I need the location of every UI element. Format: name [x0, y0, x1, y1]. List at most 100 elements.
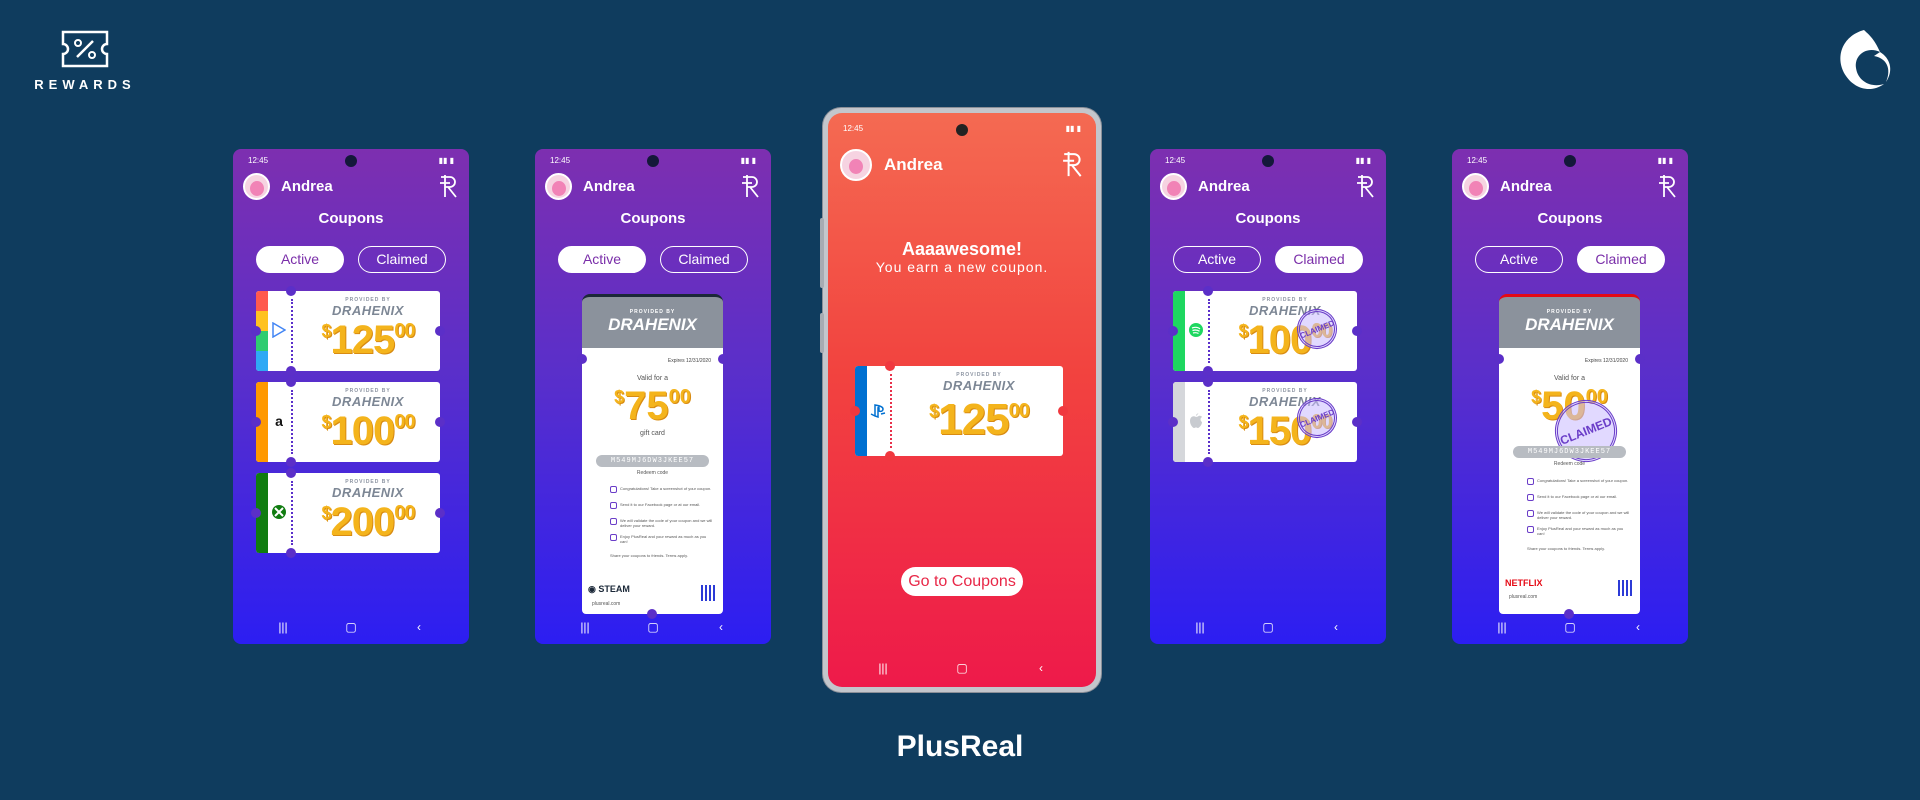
playstation-icon: [869, 396, 887, 426]
coupon-amount: $12500: [296, 320, 440, 360]
page-title: Coupons: [1235, 210, 1301, 227]
subline: You earn a new coupon.: [875, 259, 1049, 275]
coupon-tabs: Active Claimed: [1475, 246, 1665, 273]
footer-title: PlusReal: [896, 730, 1024, 763]
go-to-coupons-button[interactable]: Go to Coupons: [901, 567, 1023, 596]
amazon-icon: a: [275, 413, 283, 429]
percent-ticket-icon: [61, 30, 109, 68]
camera-icon: [345, 155, 357, 167]
coupon-card-xbox[interactable]: PROVIDED BY DRAHENIX $20000: [251, 468, 445, 558]
user-name: Andrea: [1500, 178, 1552, 195]
provided-by-label: PROVIDED BY: [1546, 309, 1593, 315]
redeem-steps: Congratulations! Take a screenshot of yo…: [610, 486, 713, 550]
site-url[interactable]: plusreal.com: [592, 601, 620, 607]
step-item: Congratulations! Take a screenshot of yo…: [1527, 478, 1630, 494]
tab-claimed[interactable]: Claimed: [358, 246, 446, 273]
user-name: Andrea: [1198, 178, 1250, 195]
avatar[interactable]: [840, 149, 872, 181]
brand-label: REWARDS: [34, 77, 136, 92]
tab-active[interactable]: Active: [1475, 246, 1563, 273]
coupon-currency: $: [1238, 321, 1248, 341]
coupon-tabs: Active Claimed: [256, 246, 446, 273]
tab-active[interactable]: Active: [558, 246, 646, 273]
coupon-ticket-steam: PROVIDED BY DRAHENIX Expires 12/31/2020 …: [577, 294, 728, 619]
qr-code-icon: [1618, 580, 1634, 596]
step-text: Send it to our Facebook page or at our e…: [1537, 494, 1618, 499]
home-button[interactable]: ▢: [341, 620, 361, 634]
status-time: 12:45: [248, 156, 269, 165]
coupon-currency: $: [1238, 412, 1248, 432]
tab-active[interactable]: Active: [1173, 246, 1261, 273]
redeem-code[interactable]: M549MJ6DW3JKEE57: [1513, 446, 1626, 458]
recents-button[interactable]: |||: [1190, 620, 1210, 634]
coupon-card-playstation[interactable]: PROVIDED BY DRAHENIX $12500: [850, 361, 1068, 461]
coupon-amount: $12500: [895, 398, 1063, 442]
coupon-cents: 00: [394, 320, 415, 342]
step-item: We will validate the code of your coupon…: [1527, 510, 1630, 526]
coupon-currency: $: [321, 412, 331, 432]
ticket-note: Share your coupons to friends. Terms app…: [1527, 546, 1605, 551]
home-button[interactable]: ▢: [643, 620, 663, 634]
provider-logo: DRAHENIX: [332, 394, 404, 409]
recents-button[interactable]: |||: [575, 620, 595, 634]
dragon-logo-icon: [1824, 24, 1900, 109]
valid-for-label: Valid for a: [637, 375, 668, 382]
recents-button[interactable]: |||: [873, 661, 893, 675]
step-text: We will validate the code of your coupon…: [620, 518, 713, 528]
provider-logo: DRAHENIX: [332, 485, 404, 500]
coupon-card-spotify[interactable]: PROVIDED BY DRAHENIX $10000 CLAIMED: [1168, 286, 1362, 376]
avatar[interactable]: [243, 173, 270, 200]
coupon-card-apple[interactable]: PROVIDED BY DRAHENIX $15000 CLAIMED: [1168, 377, 1362, 467]
redeem-code[interactable]: M549MJ6DW3JKEE57: [596, 455, 709, 467]
coupon-tabs: Active Claimed: [558, 246, 748, 273]
ticket-amount: $7500: [582, 386, 723, 426]
back-button[interactable]: ‹: [1628, 620, 1648, 634]
provider-logo: DRAHENIX: [332, 303, 404, 318]
android-nav-bar: ||| ▢ ‹: [535, 620, 771, 638]
expiry-date: Expires 12/31/2020: [667, 358, 711, 364]
steam-brand: ◉ STEAM: [588, 584, 630, 595]
provided-by-label: PROVIDED BY: [629, 309, 676, 315]
site-url[interactable]: plusreal.com: [1509, 594, 1537, 600]
avatar[interactable]: [1160, 173, 1187, 200]
camera-icon: [647, 155, 659, 167]
steam-label: STEAM: [598, 584, 630, 594]
android-nav-bar: ||| ▢ ‹: [828, 661, 1096, 679]
provider-logo: DRAHENIX: [1249, 303, 1321, 318]
step-text: Enjoy PlusReal and your reward as much a…: [620, 534, 707, 544]
user-header: Andrea: [545, 173, 761, 201]
back-button[interactable]: ‹: [1031, 661, 1051, 675]
provider-logo: DRAHENIX: [943, 378, 1015, 393]
provider-logo: DRAHENIX: [1249, 394, 1321, 409]
coupon-card-amazon[interactable]: a PROVIDED BY DRAHENIX $10000: [251, 377, 445, 467]
recents-button[interactable]: |||: [273, 620, 293, 634]
phone-device-new-coupon: 12:45 ▮▮ ▮ Andrea Aaaawesome! You earn a…: [820, 108, 1101, 692]
coupon-card-play-store[interactable]: PROVIDED BY DRAHENIX $12500: [251, 286, 445, 376]
step-item: Enjoy PlusReal and your reward as much a…: [610, 534, 713, 550]
step-text: Send it to our Facebook page or at our e…: [620, 502, 701, 507]
avatar[interactable]: [545, 173, 572, 200]
tab-claimed[interactable]: Claimed: [1577, 246, 1665, 273]
home-button[interactable]: ▢: [1560, 620, 1580, 634]
home-button[interactable]: ▢: [1258, 620, 1278, 634]
tab-active[interactable]: Active: [256, 246, 344, 273]
back-button[interactable]: ‹: [1326, 620, 1346, 634]
home-button[interactable]: ▢: [952, 661, 972, 675]
plusreal-logo-icon: [742, 175, 759, 198]
avatar[interactable]: [1462, 173, 1489, 200]
step-text: We will validate the code of your coupon…: [1537, 510, 1630, 520]
back-button[interactable]: ‹: [409, 620, 429, 634]
signal-battery-icon: ▮▮ ▮: [1657, 156, 1673, 165]
netflix-logo: NETFLIX: [1505, 578, 1543, 588]
tab-claimed[interactable]: Claimed: [660, 246, 748, 273]
step-item: Send it to our Facebook page or at our e…: [1527, 494, 1630, 510]
redeem-code-label: Redeem code: [636, 470, 669, 476]
tab-claimed[interactable]: Claimed: [1275, 246, 1363, 273]
android-nav-bar: ||| ▢ ‹: [1150, 620, 1386, 638]
back-button[interactable]: ‹: [711, 620, 731, 634]
coupon-dollars: 200: [330, 500, 396, 544]
step-text: Enjoy PlusReal and your reward as much a…: [1537, 526, 1624, 536]
ticket-header: PROVIDED BY DRAHENIX: [582, 294, 723, 348]
recents-button[interactable]: |||: [1492, 620, 1512, 634]
xbox-icon: [270, 497, 288, 527]
